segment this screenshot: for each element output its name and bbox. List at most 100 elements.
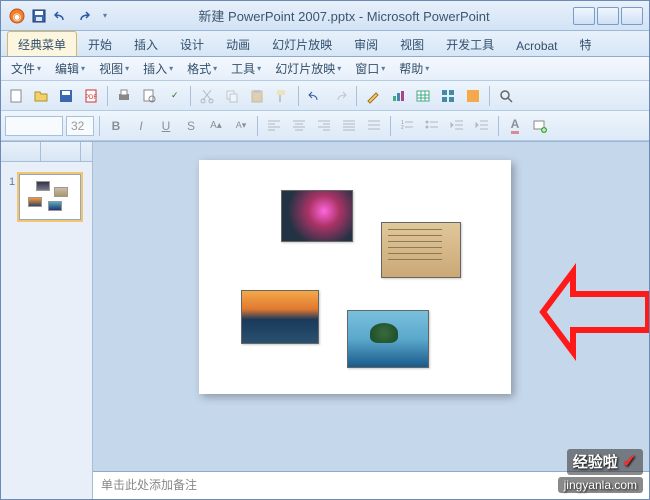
underline-label: U (162, 119, 171, 133)
menu-window[interactable]: 窗口▾ (349, 58, 391, 79)
numbering-icon[interactable]: 12 (396, 115, 418, 137)
separator (99, 116, 100, 136)
application-window: ◉ ▾ 新建 PowerPoint 2007.pptx - Microsoft … (0, 0, 650, 500)
menu-insert[interactable]: 插入▾ (137, 58, 179, 79)
save-icon[interactable] (29, 6, 49, 26)
paste-icon[interactable] (246, 85, 268, 107)
window-controls (573, 7, 643, 25)
open-icon[interactable] (30, 85, 52, 107)
separator (257, 116, 258, 136)
shadow-icon[interactable]: S (180, 115, 202, 137)
print-preview-icon[interactable] (138, 85, 160, 107)
maximize-button[interactable] (597, 7, 619, 25)
align-left-icon[interactable] (263, 115, 285, 137)
decrease-indent-icon[interactable] (446, 115, 468, 137)
spellcheck-icon[interactable]: ✓ (163, 85, 185, 107)
slide-image-1[interactable] (281, 190, 353, 242)
shadow-label: S (187, 119, 195, 133)
justify-icon[interactable] (338, 115, 360, 137)
tab-view[interactable]: 视图 (389, 31, 435, 56)
menu-slideshow[interactable]: 幻灯片放映▾ (269, 58, 347, 79)
close-button[interactable] (621, 7, 643, 25)
notes-pane[interactable]: 单击此处添加备注 (93, 471, 649, 499)
find-icon[interactable] (495, 85, 517, 107)
tab-home[interactable]: 开始 (77, 31, 123, 56)
svg-text:2: 2 (401, 125, 404, 131)
cut-icon[interactable] (196, 85, 218, 107)
tab-insert[interactable]: 插入 (123, 31, 169, 56)
menu-file[interactable]: 文件▾ (5, 58, 47, 79)
minimize-button[interactable] (573, 7, 595, 25)
undo-icon[interactable] (304, 85, 326, 107)
thumbnail-tabs (1, 142, 92, 162)
tab-review[interactable]: 审阅 (343, 31, 389, 56)
save-icon[interactable] (55, 85, 77, 107)
menu-help[interactable]: 帮助▾ (393, 58, 435, 79)
office-button[interactable]: ◉ (7, 6, 27, 26)
window-title: 新建 PowerPoint 2007.pptx - Microsoft Powe… (115, 6, 573, 25)
shrink-font-icon[interactable]: A▾ (230, 115, 252, 137)
colorfill-icon[interactable] (462, 85, 484, 107)
copy-icon[interactable] (221, 85, 243, 107)
pdf-icon[interactable]: PDF (80, 85, 102, 107)
format-painter-icon[interactable] (271, 85, 293, 107)
align-right-icon[interactable] (313, 115, 335, 137)
grid-icon[interactable] (437, 85, 459, 107)
bullets-icon[interactable] (421, 115, 443, 137)
new-slide-icon[interactable] (529, 115, 551, 137)
menu-format[interactable]: 格式▾ (181, 58, 223, 79)
qat-customize-icon[interactable]: ▾ (95, 6, 115, 26)
menu-tools[interactable]: 工具▾ (225, 58, 267, 79)
menu-view[interactable]: 视图▾ (93, 58, 135, 79)
tab-acrobat[interactable]: Acrobat (505, 34, 568, 56)
font-size-select[interactable]: 32 (66, 116, 94, 136)
distribute-icon[interactable] (363, 115, 385, 137)
redo-icon[interactable] (73, 6, 93, 26)
chevron-down-icon: ▾ (169, 64, 173, 73)
formatting-toolbar: 32 B I U S A▴ A▾ 12 A (1, 111, 649, 141)
separator (489, 86, 490, 106)
tab-more[interactable]: 特 (569, 31, 603, 56)
slide-image-2[interactable] (381, 222, 461, 278)
bold-icon[interactable]: B (105, 115, 127, 137)
new-icon[interactable] (5, 85, 27, 107)
tab-developer[interactable]: 开发工具 (435, 31, 505, 56)
tab-outline[interactable] (41, 142, 81, 161)
undo-icon[interactable] (51, 6, 71, 26)
slide-editor[interactable] (93, 142, 649, 499)
print-icon[interactable] (113, 85, 135, 107)
svg-text:◉: ◉ (13, 12, 22, 23)
font-name-select[interactable] (5, 116, 63, 136)
tab-design[interactable]: 设计 (169, 31, 215, 56)
redo-icon[interactable] (329, 85, 351, 107)
chart-icon[interactable] (387, 85, 409, 107)
grow-font-icon[interactable]: A▴ (205, 115, 227, 137)
menu-label: 文件 (11, 60, 35, 77)
svg-text:PDF: PDF (85, 95, 97, 101)
font-color-icon[interactable]: A (504, 115, 526, 137)
table-icon[interactable] (412, 85, 434, 107)
separator (498, 116, 499, 136)
menu-label: 编辑 (55, 60, 79, 77)
ribbon-tabs: 经典菜单 开始 插入 设计 动画 幻灯片放映 审阅 视图 开发工具 Acroba… (1, 31, 649, 57)
slide-canvas[interactable] (199, 160, 511, 394)
slide-thumbnail[interactable]: 1 (9, 174, 84, 220)
chevron-down-icon: ▾ (425, 64, 429, 73)
underline-icon[interactable]: U (155, 115, 177, 137)
tab-classic-menu[interactable]: 经典菜单 (7, 31, 77, 56)
align-center-icon[interactable] (288, 115, 310, 137)
tab-animation[interactable]: 动画 (215, 31, 261, 56)
menu-label: 格式 (187, 60, 211, 77)
separator (107, 86, 108, 106)
tab-slideshow[interactable]: 幻灯片放映 (261, 31, 343, 56)
increase-indent-icon[interactable] (471, 115, 493, 137)
ink-icon[interactable] (362, 85, 384, 107)
thumbnail-panel: 1 (1, 142, 93, 499)
menu-label: 幻灯片放映 (275, 60, 335, 77)
slide-image-4[interactable] (347, 310, 429, 368)
tab-slides[interactable] (1, 142, 41, 161)
menu-edit[interactable]: 编辑▾ (49, 58, 91, 79)
italic-icon[interactable]: I (130, 115, 152, 137)
standard-toolbar: PDF ✓ (1, 81, 649, 111)
slide-image-3[interactable] (241, 290, 319, 344)
